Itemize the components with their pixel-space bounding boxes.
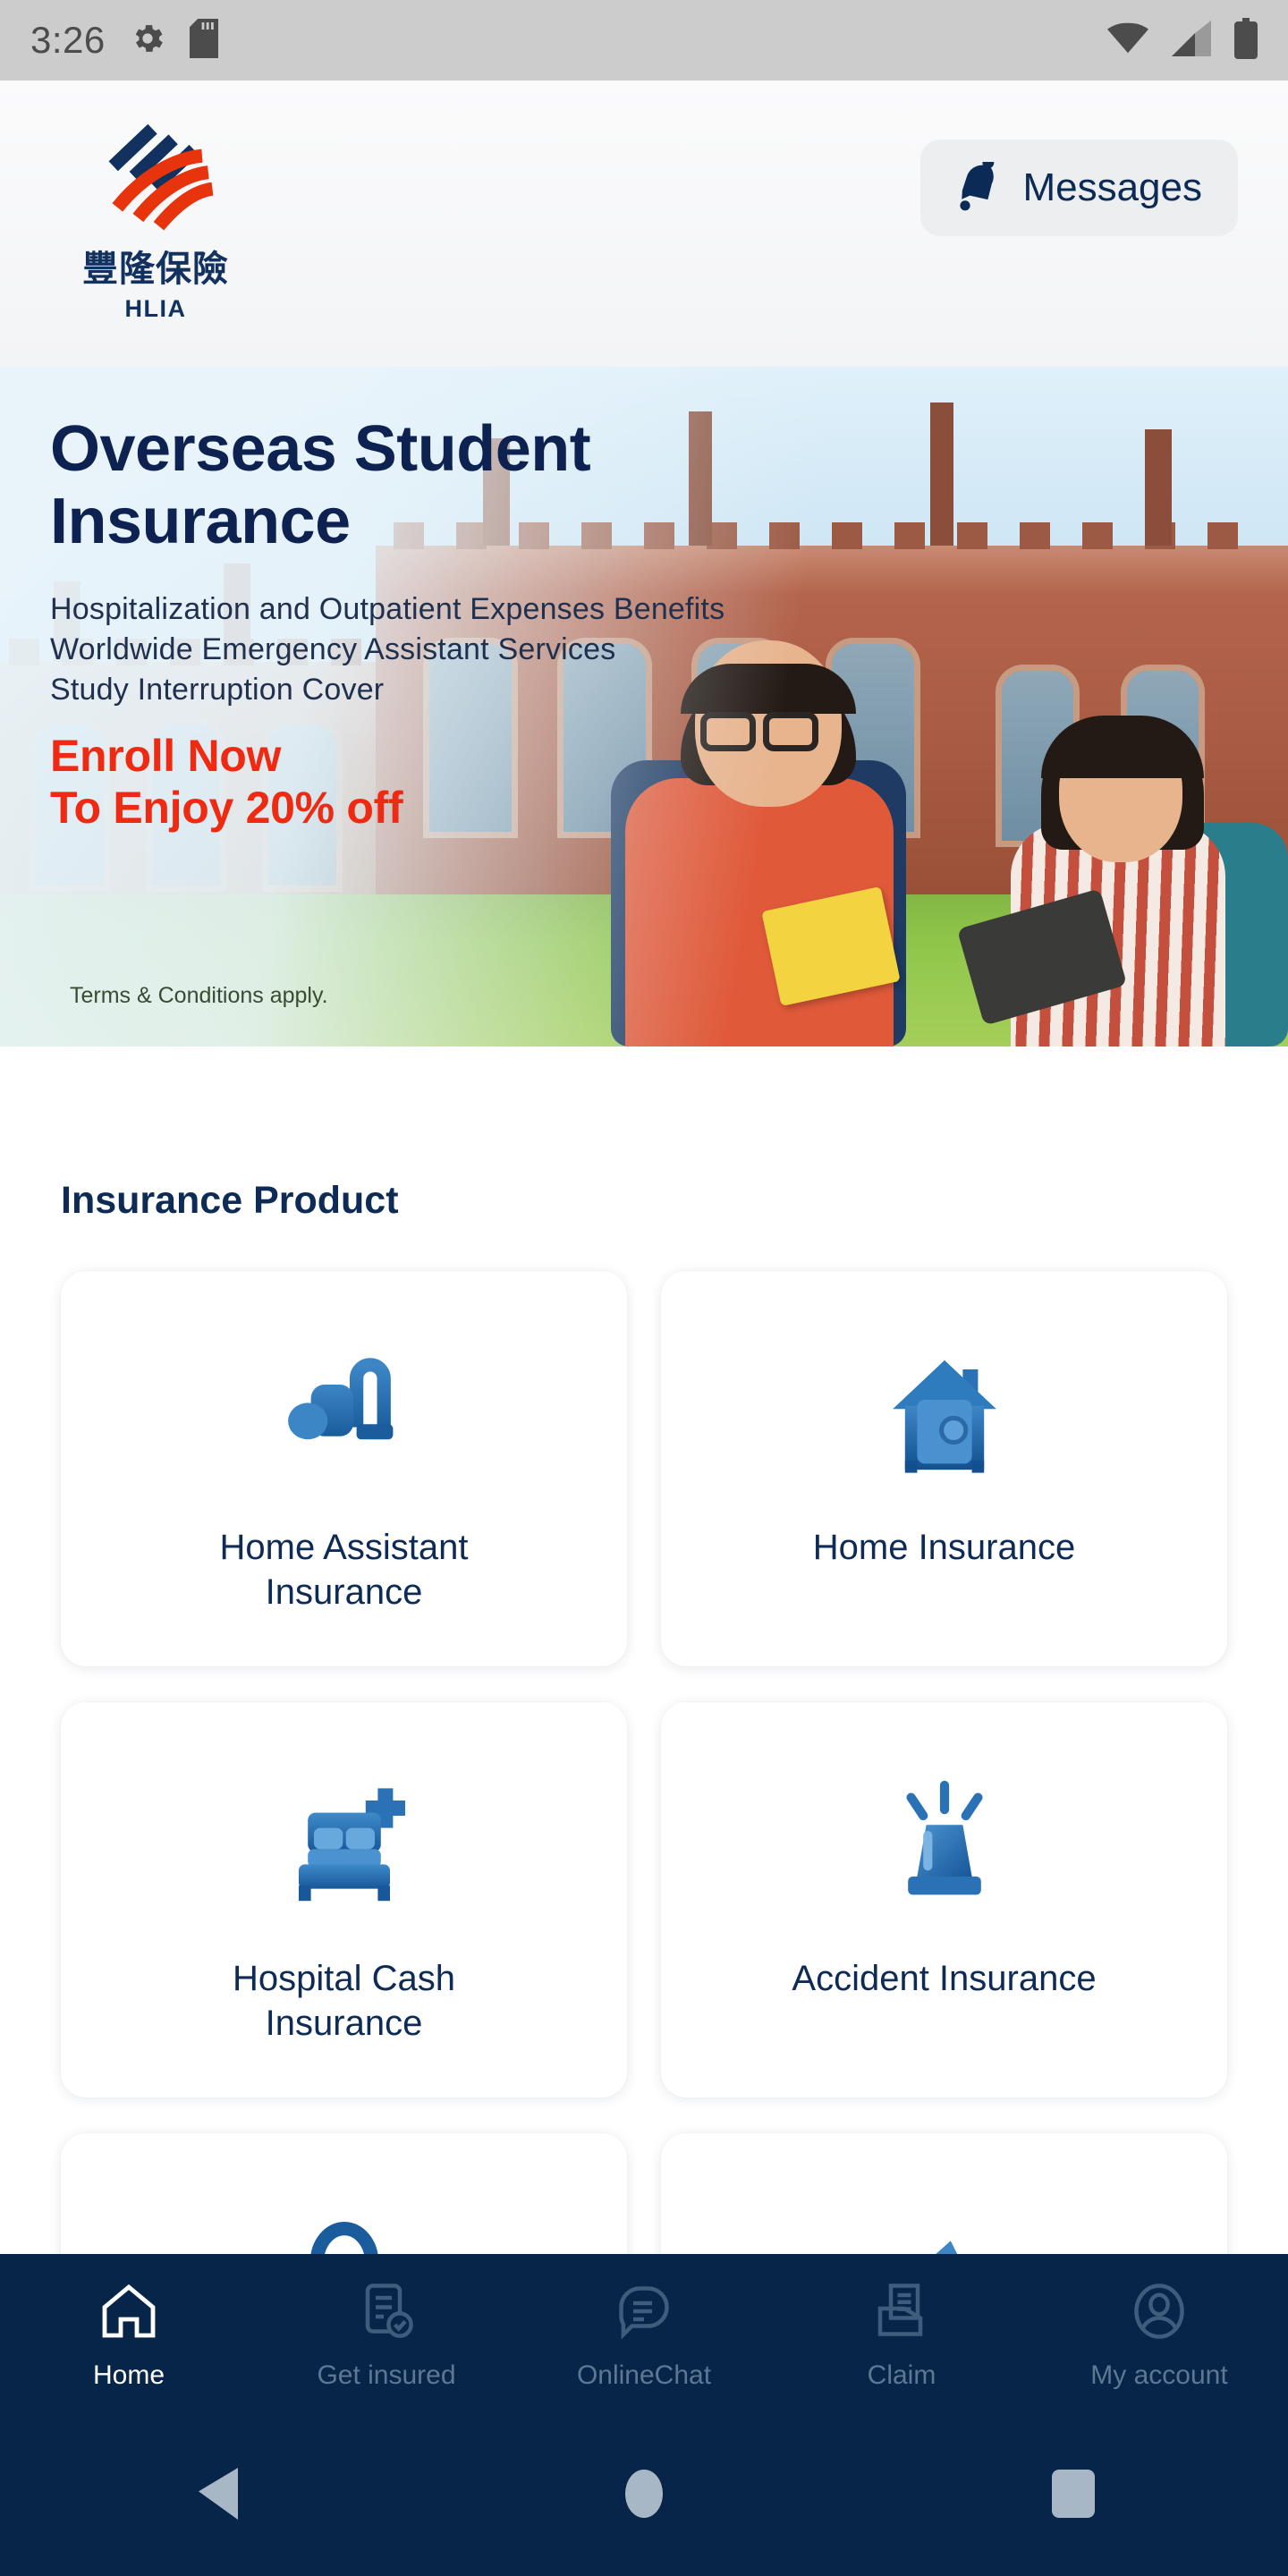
gear-icon <box>129 20 166 62</box>
nav-item-online-chat[interactable]: OnlineChat <box>515 2279 773 2391</box>
nav-label-my-account: My account <box>1090 2360 1228 2390</box>
circle-home-icon <box>622 2469 666 2522</box>
page-title: Insurance Product <box>61 1179 399 1222</box>
product-card-label: Hospital Cash Insurance <box>232 1959 455 2043</box>
android-home-button[interactable] <box>590 2442 698 2549</box>
user-avatar-icon <box>1127 2279 1191 2348</box>
wifi-icon <box>1107 21 1148 60</box>
app-header: 豐隆保險 HLIA Messages <box>0 80 1288 367</box>
banner-text-block: Overseas Student Insurance Hospitalizati… <box>50 413 730 835</box>
messages-button[interactable]: Messages <box>920 140 1238 236</box>
banner-terms-note: Terms & Conditions apply. <box>70 983 328 1008</box>
product-card-hospital-cash[interactable]: Hospital Cash Insurance <box>61 1702 627 2097</box>
banner-cta: Enroll Now To Enjoy 20% off <box>50 730 730 835</box>
messages-button-label: Messages <box>1022 165 1202 209</box>
house-safe-icon <box>869 1330 1021 1500</box>
android-navigation-bar <box>0 2415 1288 2576</box>
android-back-button[interactable] <box>161 2442 268 2549</box>
nav-label-claim: Claim <box>867 2360 936 2390</box>
status-bar: 3:26 <box>0 0 1288 80</box>
home-icon <box>97 2279 161 2348</box>
banner-bullet-3: Study Interruption Cover <box>50 673 385 707</box>
product-card-home-assistant[interactable]: Home Assistant Insurance <box>61 1271 627 1666</box>
square-recents-icon <box>1052 2469 1095 2522</box>
status-bar-left: 3:26 <box>30 18 218 63</box>
bottom-navigation: Home Get insured OnlineChat Claim My acc… <box>0 2254 1288 2415</box>
nav-item-claim[interactable]: Claim <box>773 2279 1030 2391</box>
logo-chinese-name: 豐隆保險 <box>82 249 229 290</box>
brand-logo[interactable]: 豐隆保險 HLIA <box>82 116 229 323</box>
banner-bullets: Hospitalization and Outpatient Expenses … <box>50 589 730 710</box>
claim-folder-icon <box>869 2279 934 2348</box>
nav-item-my-account[interactable]: My account <box>1030 2279 1288 2391</box>
status-bar-clock: 3:26 <box>30 19 106 61</box>
vacuum-cleaner-icon <box>268 1330 420 1500</box>
product-card-label: Accident Insurance <box>792 1959 1097 1998</box>
hospital-bed-icon <box>268 1761 420 1931</box>
cellular-signal-icon <box>1172 20 1211 61</box>
android-recents-button[interactable] <box>1020 2442 1127 2549</box>
chat-bubble-icon <box>612 2279 676 2348</box>
bell-icon <box>956 157 1003 215</box>
banner-bullet-2: Worldwide Emergency Assistant Services <box>50 632 616 667</box>
product-card-label: Home Assistant Insurance <box>219 1528 469 1612</box>
product-card-home-insurance[interactable]: Home Insurance <box>661 1271 1227 1666</box>
nav-item-get-insured[interactable]: Get insured <box>258 2279 515 2391</box>
nav-item-home[interactable]: Home <box>0 2279 258 2391</box>
product-card-label: Home Insurance <box>812 1528 1076 1567</box>
logo-english-abbr: HLIA <box>124 295 187 322</box>
banner-bullet-1: Hospitalization and Outpatient Expenses … <box>50 592 725 627</box>
product-card-accident[interactable]: Accident Insurance <box>661 1702 1227 2097</box>
battery-icon <box>1234 17 1258 64</box>
siren-light-icon <box>869 1761 1021 1931</box>
hlia-logo-mark <box>108 123 214 231</box>
nav-label-home: Home <box>92 2360 165 2390</box>
status-bar-right <box>1107 17 1258 64</box>
banner-title-line-1: Overseas Student <box>50 413 591 485</box>
document-check-icon <box>354 2279 419 2348</box>
nav-label-online-chat: OnlineChat <box>576 2360 712 2390</box>
banner-cta-line-1: Enroll Now <box>50 730 282 781</box>
promo-banner[interactable]: Overseas Student Insurance Hospitalizati… <box>0 367 1288 1046</box>
sd-card-icon <box>189 18 218 63</box>
triangle-back-icon <box>191 2467 238 2524</box>
banner-title-line-2: Insurance <box>50 485 351 557</box>
banner-cta-line-2: To Enjoy 20% off <box>50 783 403 834</box>
nav-label-get-insured: Get insured <box>317 2360 456 2390</box>
